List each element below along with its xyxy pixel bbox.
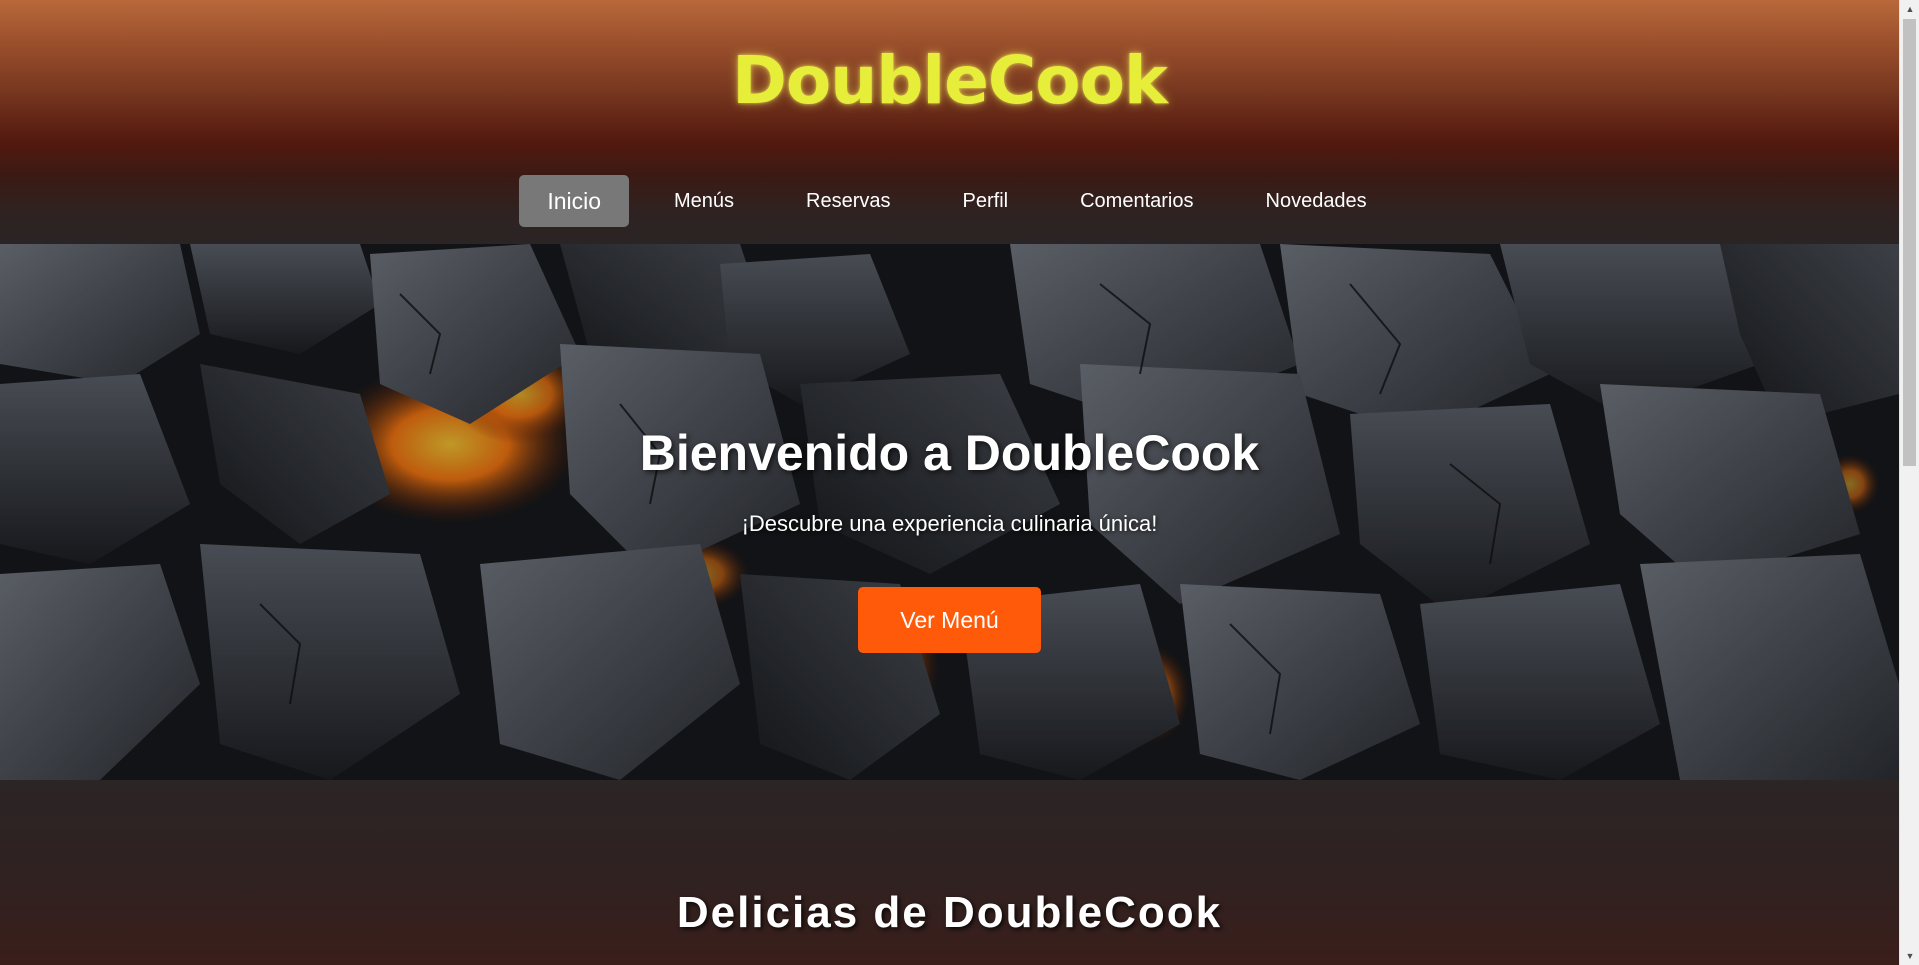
nav-item-menus[interactable]: Menús [647,175,761,227]
triangle-up-icon[interactable]: ▲ [1900,0,1919,18]
triangle-down-icon[interactable]: ▼ [1900,947,1919,965]
nav-item-comentarios[interactable]: Comentarios [1053,175,1220,227]
hero-title: Bienvenido a DoubleCook [639,425,1260,481]
section-title: Delicias de DoubleCook [676,888,1223,937]
page: DoubleCook Inicio Menús Reservas Perfil … [0,0,1919,965]
delicacies-section: Delicias de DoubleCook [0,780,1899,965]
nav-item-perfil[interactable]: Perfil [936,175,1036,227]
main-nav: Inicio Menús Reservas Perfil Comentarios… [0,175,1899,227]
hero-banner: Bienvenido a DoubleCook ¡Descubre una ex… [0,244,1899,780]
site-header: DoubleCook Inicio Menús Reservas Perfil … [0,0,1899,244]
page-content: DoubleCook Inicio Menús Reservas Perfil … [0,0,1899,965]
site-logo[interactable]: DoubleCook [0,42,1899,119]
view-menu-button[interactable]: Ver Menú [858,587,1041,653]
scrollbar-thumb[interactable] [1903,19,1916,466]
vertical-scrollbar[interactable]: ▲ ▼ [1899,0,1919,965]
hero-subtitle: ¡Descubre una experiencia culinaria únic… [741,511,1158,536]
nav-item-reservas[interactable]: Reservas [779,175,917,227]
nav-item-novedades[interactable]: Novedades [1239,175,1394,227]
nav-item-inicio[interactable]: Inicio [519,175,630,227]
